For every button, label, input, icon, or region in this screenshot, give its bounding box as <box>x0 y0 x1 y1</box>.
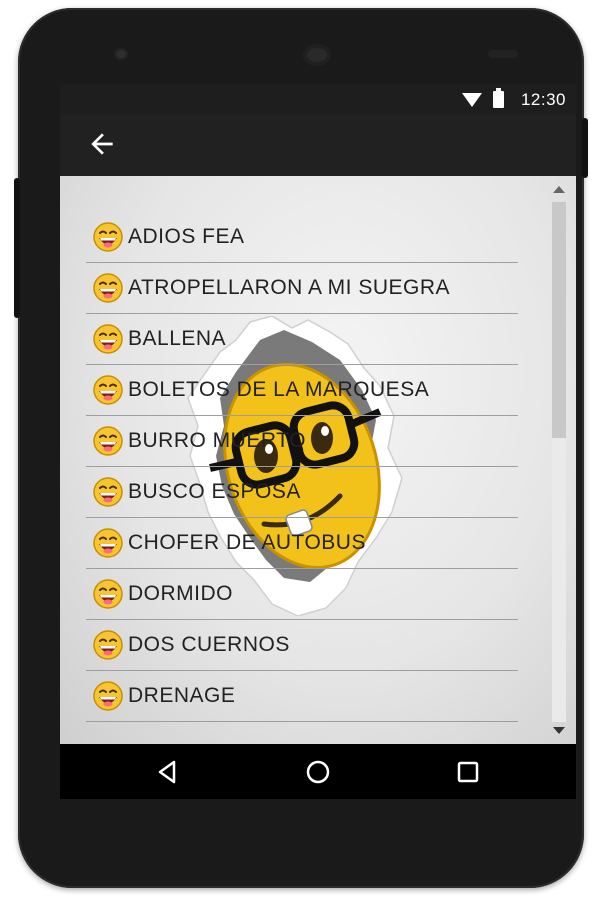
laughing-face-icon <box>93 324 123 354</box>
home-circle-icon[interactable] <box>302 756 334 788</box>
list-item-label: ADIOS FEA <box>128 225 245 248</box>
list-item[interactable]: ADIOS FEA <box>86 212 518 263</box>
laughing-face-icon <box>93 222 123 252</box>
phone-frame: 12:30 ADIOS FEA ATROPELLARON A MI SUEGRA… <box>14 8 588 888</box>
list-item[interactable]: BOLETOS DE LA MARQUESA <box>86 365 518 416</box>
list-item-label: CHOFER DE AUTOBUS <box>128 531 366 554</box>
list-item[interactable]: DORMIDO <box>86 569 518 620</box>
status-bar: 12:30 <box>60 84 576 114</box>
scroll-down-icon[interactable] <box>553 727 565 734</box>
earpiece-speaker <box>114 48 128 60</box>
list-item[interactable]: DOS CUERNOS <box>86 620 518 671</box>
laughing-face-icon <box>93 477 123 507</box>
list-item[interactable]: DRENAGE <box>86 671 518 722</box>
laughing-face-icon <box>93 579 123 609</box>
proximity-sensor <box>488 50 518 58</box>
scroll-up-icon[interactable] <box>553 186 565 193</box>
volume-button <box>14 178 20 318</box>
laughing-face-icon <box>93 375 123 405</box>
system-nav-bar <box>60 744 576 799</box>
status-time: 12:30 <box>520 90 566 109</box>
list-screen: ADIOS FEA ATROPELLARON A MI SUEGRA BALLE… <box>60 176 576 744</box>
laughing-face-icon <box>93 681 123 711</box>
arrow-left-icon[interactable] <box>86 128 118 160</box>
list-item-label: BURRO MUERTO <box>128 429 306 452</box>
list-item-label: ATROPELLARON A MI SUEGRA <box>128 276 451 299</box>
laughing-face-icon <box>93 528 123 558</box>
back-triangle-icon[interactable] <box>152 756 184 788</box>
list-item[interactable]: BALLENA <box>86 314 518 365</box>
list-item-label: DRENAGE <box>128 684 236 707</box>
list-item-label: BUSCO ESPOSA <box>128 480 301 503</box>
list-item-label: DOS CUERNOS <box>128 633 290 656</box>
list-item-label: DORMIDO <box>128 582 233 605</box>
wifi-icon <box>462 93 482 107</box>
list-item-label: BOLETOS DE LA MARQUESA <box>128 378 430 401</box>
laughing-face-icon <box>93 426 123 456</box>
list-item[interactable]: BUSCO ESPOSA <box>86 467 518 518</box>
list-item[interactable]: ATROPELLARON A MI SUEGRA <box>86 263 518 314</box>
scrollbar[interactable] <box>548 176 570 744</box>
scroll-thumb[interactable] <box>552 202 566 438</box>
battery-icon <box>493 88 504 108</box>
power-button <box>582 118 588 178</box>
jokes-list: ADIOS FEA ATROPELLARON A MI SUEGRA BALLE… <box>86 212 518 722</box>
laughing-face-icon <box>93 630 123 660</box>
list-item-label: BALLENA <box>128 327 227 350</box>
front-camera <box>303 44 331 66</box>
recents-square-icon[interactable] <box>452 756 484 788</box>
app-bar <box>60 114 576 176</box>
phone-screen: 12:30 ADIOS FEA ATROPELLARON A MI SUEGRA… <box>60 84 576 799</box>
list-item[interactable]: BURRO MUERTO <box>86 416 518 467</box>
laughing-face-icon <box>93 273 123 303</box>
list-item[interactable]: CHOFER DE AUTOBUS <box>86 518 518 569</box>
